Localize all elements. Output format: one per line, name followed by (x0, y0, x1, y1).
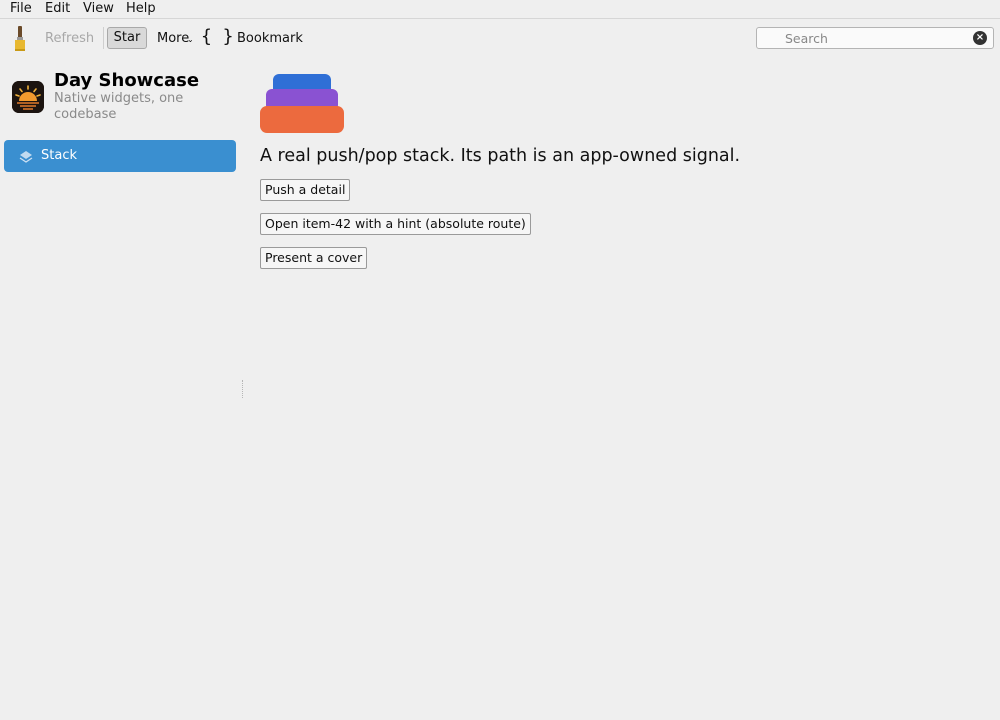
push-detail-button[interactable]: Push a detail (260, 179, 351, 201)
refresh-button[interactable]: Refresh (45, 31, 94, 46)
braces-icon[interactable]: { } (201, 26, 234, 47)
more-button[interactable]: More (157, 31, 189, 46)
sunrise-icon (12, 81, 44, 113)
chevron-down-icon: ⌄ (187, 35, 194, 44)
present-cover-button[interactable]: Present a cover (260, 247, 368, 269)
sidebar-item-stack[interactable]: Stack (4, 140, 236, 172)
search-input[interactable] (763, 29, 963, 47)
toolbar: Refresh Star More ⌄ { } Bookmark × (0, 19, 1000, 57)
app-title: Day Showcase (54, 70, 200, 91)
star-button[interactable]: Star (107, 27, 147, 49)
stack-description: A real push/pop stack. Its path is an ap… (260, 146, 741, 166)
search-field[interactable]: × (756, 27, 994, 49)
menu-view[interactable]: View (83, 1, 114, 16)
layers-icon (19, 149, 33, 163)
app-subtitle: Native widgets, one codebase (54, 91, 184, 122)
toolbar-separator (103, 27, 104, 49)
sidebar: Day Showcase Native widgets, one codebas… (0, 58, 240, 720)
menu-edit[interactable]: Edit (45, 1, 70, 16)
open-item-42-button[interactable]: Open item-42 with a hint (absolute route… (260, 213, 531, 235)
splitter-handle[interactable] (242, 380, 244, 398)
sidebar-item-label: Stack (41, 148, 77, 163)
menu-bar: File Edit View Help (0, 0, 1000, 19)
menu-file[interactable]: File (10, 1, 32, 16)
menu-help[interactable]: Help (126, 1, 156, 16)
bookmark-button[interactable]: Bookmark (237, 31, 303, 46)
paintbrush-icon[interactable] (10, 25, 30, 51)
clear-search-icon[interactable]: × (973, 31, 987, 45)
main-content: A real push/pop stack. Its path is an ap… (260, 58, 1000, 720)
stack-illustration (260, 74, 346, 134)
